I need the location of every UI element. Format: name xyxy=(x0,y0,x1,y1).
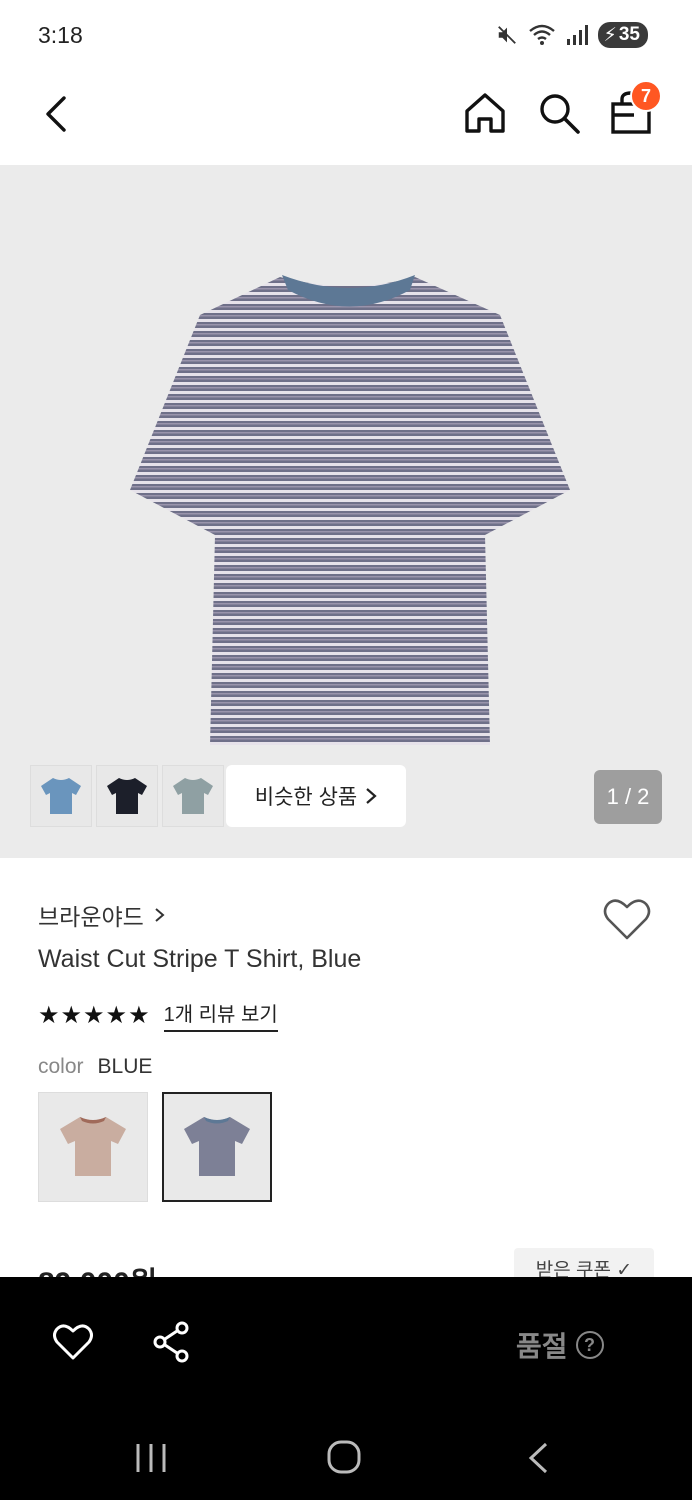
home-nav-icon[interactable] xyxy=(326,1439,362,1475)
thumbnail-black-shirt[interactable] xyxy=(96,765,158,827)
shirt-thumb-icon xyxy=(41,778,81,814)
review-link[interactable]: 1개 리뷰 보기 xyxy=(163,998,278,1032)
mute-icon xyxy=(497,26,516,44)
back-nav-icon[interactable] xyxy=(526,1441,550,1475)
rating-stars: ★ ★ ★ ★ ★ xyxy=(38,1001,150,1030)
bottom-action-bar: 품절 ? xyxy=(0,1277,692,1417)
chevron-right-icon xyxy=(366,788,377,804)
rating-row: ★ ★ ★ ★ ★ 1개 리뷰 보기 xyxy=(38,998,278,1032)
signal-icon xyxy=(566,25,588,45)
thumbnail-blue-shirt[interactable] xyxy=(30,765,92,827)
shirt-thumb-icon xyxy=(107,778,147,814)
color-swatch-beige[interactable] xyxy=(38,1092,148,1202)
back-icon[interactable] xyxy=(36,92,80,136)
color-selector-label: color BLUE xyxy=(38,1055,152,1079)
status-bar: 3:18 ⚡ 35 xyxy=(0,0,692,70)
brand-link[interactable]: 브라운야드 xyxy=(38,898,165,932)
shirt-swatch-icon xyxy=(60,1117,126,1176)
similar-products-label: 비슷한 상품 xyxy=(254,786,358,809)
status-icons: ⚡ 35 xyxy=(496,22,648,48)
product-image xyxy=(130,275,570,745)
bolt-icon: ⚡ xyxy=(603,24,617,46)
soldout-status: 품절 ? xyxy=(516,1325,604,1365)
thumbnail-gray-shirt[interactable] xyxy=(162,765,224,827)
star-icon: ★ xyxy=(60,1001,83,1029)
star-icon: ★ xyxy=(83,1001,105,1029)
soldout-label: 품절 xyxy=(516,1331,568,1362)
shirt-thumb-icon xyxy=(173,778,213,814)
image-page-indicator: 1 / 2 xyxy=(594,770,662,824)
similar-products-button[interactable]: 비슷한 상품 xyxy=(226,765,406,827)
battery-level: 35 xyxy=(618,24,640,45)
system-navigation-bar xyxy=(0,1417,692,1500)
product-image-gallery[interactable]: 비슷한 상품 1 / 2 xyxy=(0,165,692,858)
star-icon: ★ xyxy=(105,1001,128,1029)
battery-charging-icon: ⚡ 35 xyxy=(597,22,648,48)
color-label: color xyxy=(38,1055,84,1078)
star-icon: ★ xyxy=(128,1001,150,1029)
chevron-right-icon xyxy=(155,908,165,922)
product-title: Waist Cut Stripe T Shirt, Blue xyxy=(38,945,362,973)
help-icon[interactable]: ? xyxy=(575,1331,604,1359)
star-icon: ★ xyxy=(38,1001,60,1029)
status-time: 3:18 xyxy=(38,22,83,48)
wishlist-heart-icon[interactable] xyxy=(602,896,652,942)
share-icon[interactable] xyxy=(152,1321,192,1363)
color-value: BLUE xyxy=(97,1055,153,1078)
heart-icon[interactable] xyxy=(52,1321,94,1363)
top-app-bar xyxy=(0,70,692,165)
search-icon[interactable] xyxy=(536,90,582,136)
cart-count-badge: 7 xyxy=(630,80,662,112)
color-swatch-blue[interactable] xyxy=(162,1092,272,1202)
recent-apps-icon[interactable] xyxy=(134,1441,168,1475)
brand-name: 브라운야드 xyxy=(38,904,144,930)
home-icon[interactable] xyxy=(462,90,508,136)
wifi-icon xyxy=(528,24,555,45)
shirt-swatch-icon xyxy=(184,1117,250,1176)
